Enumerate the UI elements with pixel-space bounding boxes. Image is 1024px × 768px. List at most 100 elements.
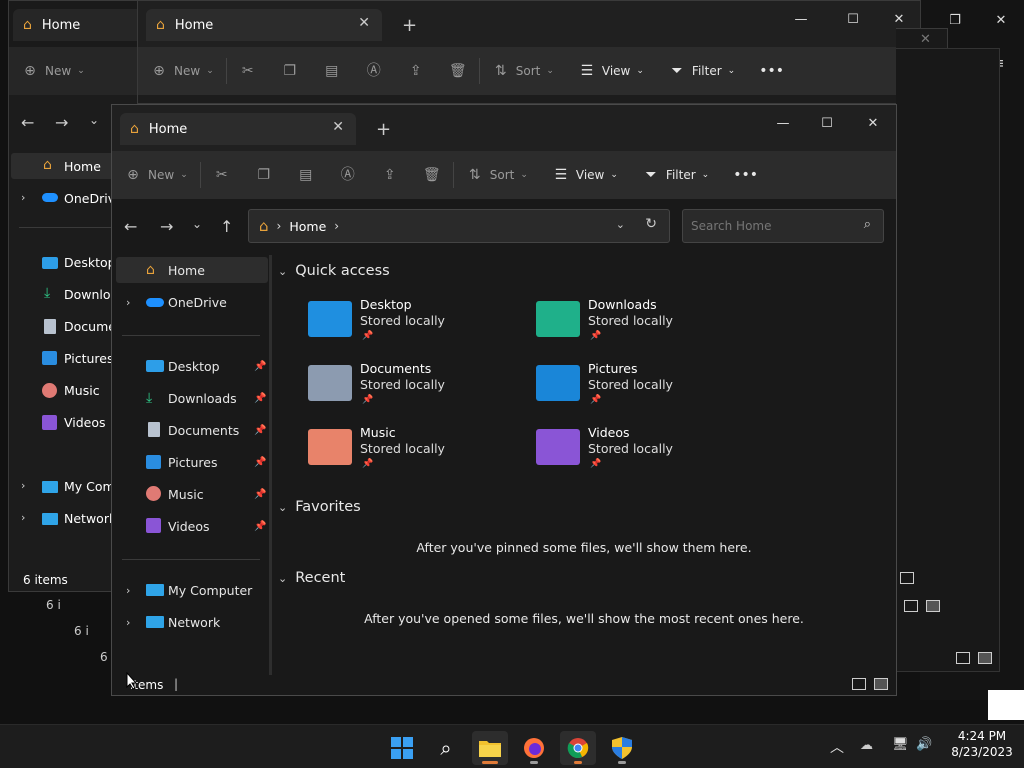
network-status-icon[interactable]: 🖥 bbox=[892, 737, 909, 752]
start-button[interactable] bbox=[384, 731, 420, 765]
sort-button[interactable]: ⇅ Sort ⌄ bbox=[454, 151, 540, 199]
filter-button[interactable]: ⏷ Filter ⌄ bbox=[630, 151, 721, 199]
folder-tile[interactable]: Pictures Stored locally 📌 bbox=[536, 361, 746, 417]
address-bar[interactable]: ⌂ › Home › ⌄ ↻ bbox=[248, 209, 670, 243]
new-button[interactable]: ⊕ New ⌄ bbox=[112, 151, 200, 199]
back-icon[interactable]: ← bbox=[124, 217, 137, 236]
share-button[interactable]: ⇪ bbox=[395, 47, 437, 95]
pin-icon[interactable]: 📌 bbox=[254, 457, 266, 468]
pin-icon[interactable]: 📌 bbox=[254, 425, 266, 436]
new-button[interactable]: ⊕ New ⌄ bbox=[138, 47, 226, 95]
maximize-button[interactable]: ☐ bbox=[812, 113, 842, 135]
search-input[interactable] bbox=[691, 219, 851, 233]
ghost-close-icon[interactable]: ✕ bbox=[920, 32, 931, 47]
chevron-right-icon[interactable]: › bbox=[126, 296, 130, 309]
chevron-down-icon[interactable]: ⌄ bbox=[89, 113, 99, 127]
folder-tile[interactable]: Downloads Stored locally 📌 bbox=[536, 297, 746, 353]
view-toggle[interactable] bbox=[978, 652, 992, 664]
paste-button[interactable]: ▤ bbox=[311, 47, 353, 95]
cut-button[interactable]: ✂ bbox=[201, 151, 243, 199]
filter-button[interactable]: ⏷ Filter ⌄ bbox=[656, 47, 747, 95]
security-taskbar-button[interactable] bbox=[604, 731, 640, 765]
sidebar-item-pictures[interactable]: Pictures 📌 bbox=[116, 449, 266, 475]
chevron-right-icon[interactable]: › bbox=[126, 616, 130, 629]
up-icon[interactable]: ↑ bbox=[220, 217, 233, 236]
ghost-tab-2[interactable]: ⌂ Home ✕ bbox=[146, 9, 382, 41]
view-toggle[interactable] bbox=[926, 600, 940, 612]
rename-button[interactable]: Ⓐ bbox=[327, 151, 369, 199]
refresh-icon[interactable]: ↻ bbox=[645, 216, 657, 232]
file-explorer-taskbar-button[interactable] bbox=[472, 731, 508, 765]
address-dropdown-icon[interactable]: ⌄ bbox=[616, 218, 625, 231]
view-toggle[interactable] bbox=[904, 600, 918, 612]
chrome-taskbar-button[interactable] bbox=[560, 731, 596, 765]
copy-button[interactable]: ❐ bbox=[243, 151, 285, 199]
sidebar-item-desktop[interactable]: Desktop 📌 bbox=[116, 353, 266, 379]
delete-button[interactable]: 🗑 bbox=[411, 151, 453, 199]
chevron-right-icon[interactable]: › bbox=[21, 191, 25, 204]
details-view-toggle[interactable] bbox=[852, 678, 866, 690]
delete-button[interactable]: 🗑 bbox=[437, 47, 479, 95]
pin-icon[interactable]: 📌 bbox=[254, 393, 266, 404]
minimize-button[interactable]: — bbox=[786, 9, 816, 31]
sidebar-item-home-row[interactable]: ⌂ Home bbox=[116, 257, 266, 283]
view-button[interactable]: ☰ View ⌄ bbox=[540, 151, 630, 199]
back-icon[interactable]: ← bbox=[21, 113, 34, 132]
chevron-right-icon[interactable]: › bbox=[126, 584, 130, 597]
view-toggle[interactable] bbox=[956, 652, 970, 664]
sidebar-item-videos[interactable]: Videos 📌 bbox=[116, 513, 266, 539]
onedrive-offline-icon[interactable]: ☁ bbox=[860, 738, 873, 753]
search-icon[interactable]: ⌕ bbox=[864, 217, 871, 232]
view-button[interactable]: ☰ View ⌄ bbox=[566, 47, 656, 95]
clock[interactable]: 4:24 PM 8/23/2023 bbox=[944, 729, 1020, 759]
chevron-right-icon[interactable]: › bbox=[21, 479, 25, 492]
view-toggle[interactable] bbox=[900, 572, 914, 584]
sidebar-item-music[interactable]: Music 📌 bbox=[116, 481, 266, 507]
sidebar-item-my-computer[interactable]: › My Computer bbox=[116, 577, 266, 603]
forward-icon[interactable]: → bbox=[55, 113, 68, 132]
section-recent[interactable]: ⌄ Recent bbox=[278, 570, 345, 586]
section-quick-access[interactable]: ⌄ Quick access bbox=[278, 263, 390, 279]
volume-icon[interactable]: 🔊 bbox=[916, 737, 932, 752]
new-button[interactable]: ⊕ New ⌄ bbox=[9, 47, 97, 95]
folder-tile[interactable]: Music Stored locally 📌 bbox=[308, 425, 518, 481]
section-favorites[interactable]: ⌄ Favorites bbox=[278, 499, 361, 515]
firefox-taskbar-button[interactable] bbox=[516, 731, 552, 765]
new-tab-icon[interactable]: + bbox=[376, 119, 391, 140]
tab-home[interactable]: ⌂ Home ✕ bbox=[120, 113, 356, 145]
share-button[interactable]: ⇪ bbox=[369, 151, 411, 199]
copy-button[interactable]: ❐ bbox=[269, 47, 311, 95]
pin-icon[interactable]: 📌 bbox=[254, 361, 266, 372]
close-tab-icon[interactable]: ✕ bbox=[358, 15, 370, 31]
rename-button[interactable]: Ⓐ bbox=[353, 47, 395, 95]
breadcrumb-home[interactable]: Home bbox=[289, 219, 326, 234]
recent-locations-icon[interactable]: ⌄ bbox=[192, 217, 202, 231]
close-tab-icon[interactable]: ✕ bbox=[332, 119, 344, 135]
more-button[interactable]: ••• bbox=[747, 47, 789, 95]
paste-button[interactable]: ▤ bbox=[285, 151, 327, 199]
search-button[interactable]: ⌕ bbox=[428, 731, 464, 765]
pin-icon[interactable]: 📌 bbox=[254, 489, 266, 500]
minimize-button[interactable]: — bbox=[768, 113, 798, 135]
new-tab-icon[interactable]: + bbox=[402, 15, 417, 36]
forward-icon[interactable]: → bbox=[160, 217, 173, 236]
cut-button[interactable]: ✂ bbox=[227, 47, 269, 95]
sidebar-item-onedrive[interactable]: › OneDrive bbox=[116, 289, 266, 315]
tiles-view-toggle[interactable] bbox=[874, 678, 888, 690]
maximize-button[interactable]: ☐ bbox=[838, 9, 868, 31]
search-box[interactable]: ⌕ bbox=[682, 209, 884, 243]
close-button[interactable]: ✕ bbox=[986, 10, 1016, 32]
pin-icon[interactable]: 📌 bbox=[254, 521, 266, 532]
folder-tile[interactable]: Documents Stored locally 📌 bbox=[308, 361, 518, 417]
chevron-right-icon[interactable]: › bbox=[21, 511, 25, 524]
folder-tile[interactable]: Videos Stored locally 📌 bbox=[536, 425, 746, 481]
more-button[interactable]: ••• bbox=[721, 151, 763, 199]
sort-button[interactable]: ⇅ Sort ⌄ bbox=[480, 47, 566, 95]
sidebar-item-network[interactable]: › Network bbox=[116, 609, 266, 635]
ghost-tab[interactable]: ⌂ Home bbox=[13, 9, 153, 41]
chevron-up-icon[interactable]: ︿ bbox=[830, 737, 844, 757]
sidebar-item-documents[interactable]: Documents 📌 bbox=[116, 417, 266, 443]
folder-tile[interactable]: Desktop Stored locally 📌 bbox=[308, 297, 518, 353]
sidebar-item-downloads[interactable]: ⤓ Downloads 📌 bbox=[116, 385, 266, 411]
close-button[interactable]: ✕ bbox=[858, 113, 888, 135]
